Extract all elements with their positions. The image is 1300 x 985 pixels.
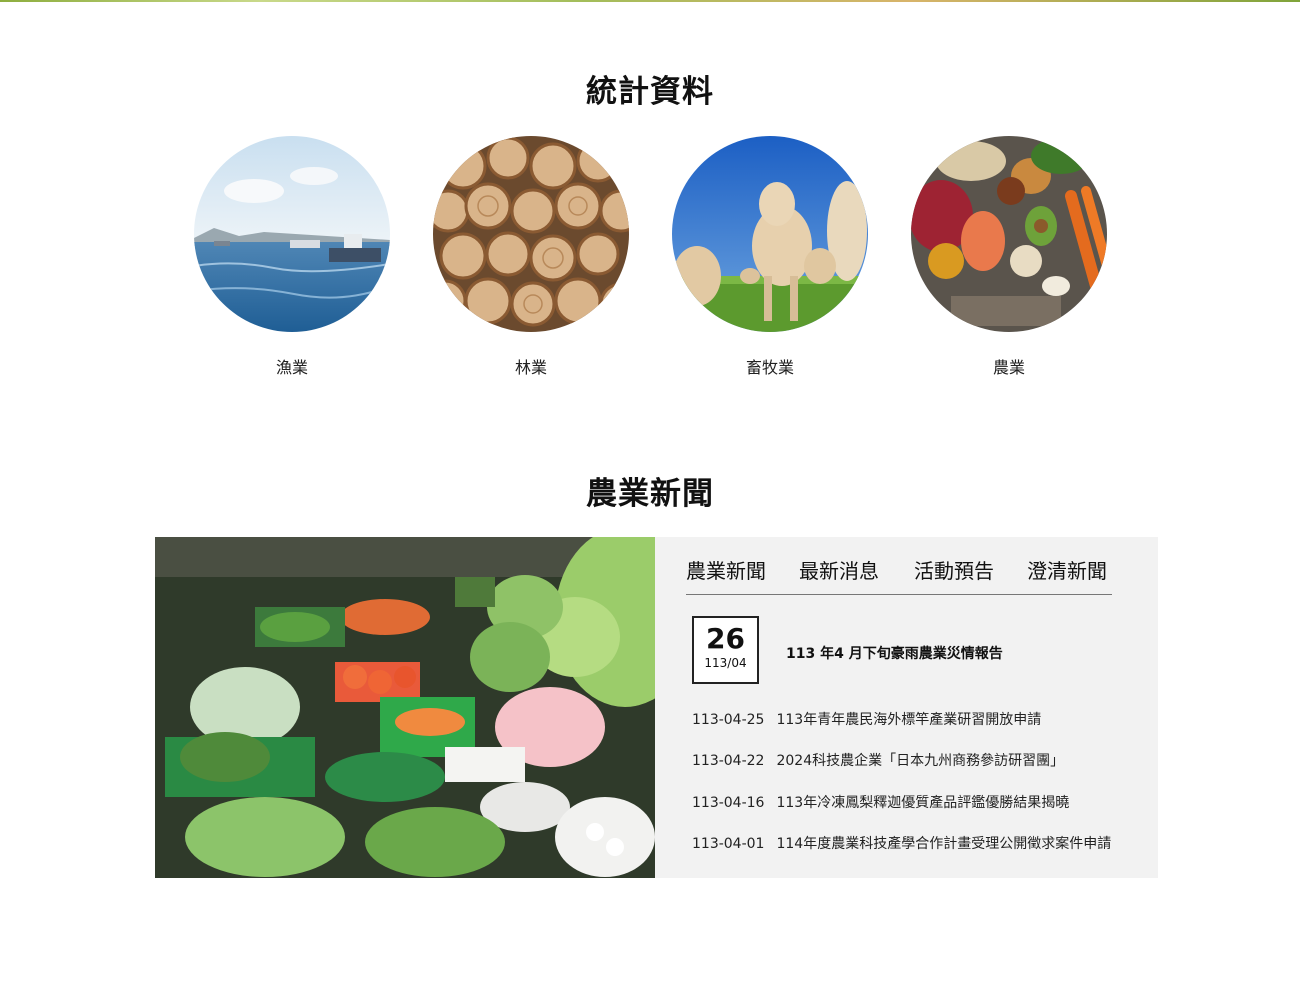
news-list-item[interactable]: 113-04-25 113年青年農民海外標竿產業研習開放申請 xyxy=(692,709,1122,731)
news-title: 114年度農業科技產學合作計畫受理公開徵求案件申請 xyxy=(776,836,1112,852)
tab-clarification-news[interactable]: 澄清新聞 xyxy=(1027,555,1107,584)
statistics-section-title: 統計資料 xyxy=(586,74,714,110)
livestock-photo xyxy=(672,136,868,332)
featured-day: 26 xyxy=(706,622,745,655)
featured-news[interactable]: 26 113/04 113 年4 月下旬豪雨農業災情報告 xyxy=(692,616,1032,684)
tab-event-preview[interactable]: 活動預告 xyxy=(914,555,994,584)
stat-item-livestock[interactable]: 畜牧業 xyxy=(672,136,868,378)
fishery-photo xyxy=(194,136,390,332)
agriculture-photo xyxy=(911,136,1107,332)
stat-label-livestock: 畜牧業 xyxy=(745,358,794,377)
news-date: 113-04-16 xyxy=(692,795,765,811)
stat-label-agriculture: 農業 xyxy=(992,358,1025,377)
forestry-photo xyxy=(433,136,629,332)
stat-item-agriculture[interactable]: 農業 xyxy=(911,136,1107,378)
news-title: 113年冷凍鳳梨釋迦優質產品評鑑優勝結果揭曉 xyxy=(776,795,1070,811)
news-date: 113-04-01 xyxy=(692,836,765,852)
top-decorative-strip xyxy=(0,0,1300,2)
news-list-item[interactable]: 113-04-16 113年冷凍鳳梨釋迦優質產品評鑑優勝結果揭曉 xyxy=(692,792,1122,814)
news-panel: 農業新聞 最新消息 活動預告 澄清新聞 26 113/04 113 年4 月下旬… xyxy=(655,537,1158,878)
stat-item-fishery[interactable]: 漁業 xyxy=(194,136,390,378)
news-tabs: 農業新聞 最新消息 活動預告 澄清新聞 xyxy=(686,555,1112,595)
stat-label-forestry: 林業 xyxy=(514,358,547,377)
news-date: 113-04-22 xyxy=(692,753,765,769)
market-vegetables-photo xyxy=(155,537,655,878)
tab-agriculture-news[interactable]: 農業新聞 xyxy=(686,555,766,584)
news-list-item[interactable]: 113-04-22 2024科技農企業「日本九州商務參訪研習團」 xyxy=(692,750,1122,772)
agriculture-news-section-title: 農業新聞 xyxy=(586,476,714,512)
featured-date-box: 26 113/04 xyxy=(692,616,759,684)
stat-item-forestry[interactable]: 林業 xyxy=(433,136,629,378)
featured-year-month: 113/04 xyxy=(704,656,747,670)
stat-label-fishery: 漁業 xyxy=(275,358,308,377)
featured-news-title: 113 年4 月下旬豪雨農業災情報告 xyxy=(786,646,1003,662)
news-title: 2024科技農企業「日本九州商務參訪研習團」 xyxy=(776,753,1065,769)
news-date: 113-04-25 xyxy=(692,712,765,728)
news-title: 113年青年農民海外標竿產業研習開放申請 xyxy=(776,712,1042,728)
news-list-item[interactable]: 113-04-01 114年度農業科技產學合作計畫受理公開徵求案件申請 xyxy=(692,833,1122,855)
tab-latest-news[interactable]: 最新消息 xyxy=(799,555,879,584)
